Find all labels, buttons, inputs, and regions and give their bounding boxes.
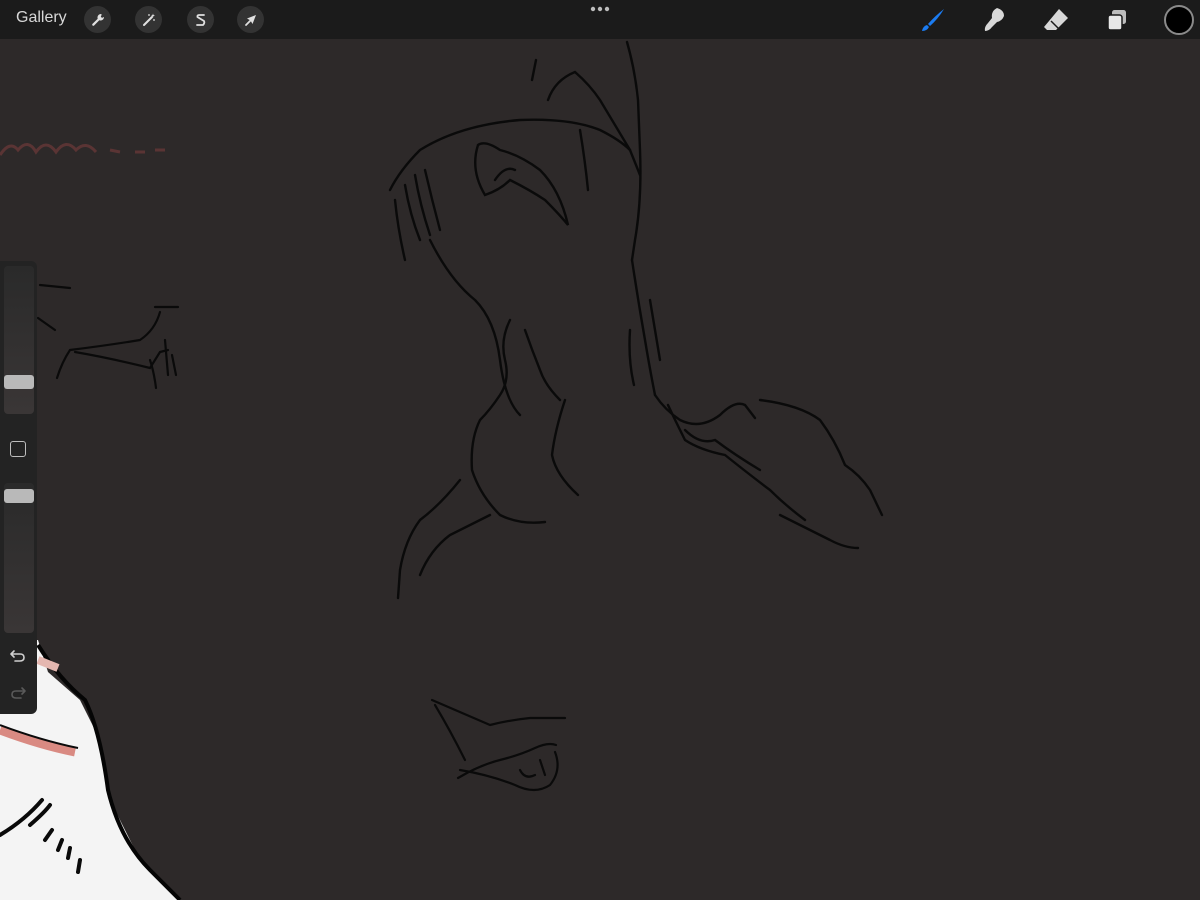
- undo-button[interactable]: [8, 646, 28, 666]
- brush-size-slider[interactable]: [4, 266, 34, 414]
- arrow-cursor-icon: [244, 14, 256, 26]
- gallery-button[interactable]: Gallery: [16, 9, 67, 27]
- adjustments-button[interactable]: [135, 6, 162, 33]
- ellipsis-icon[interactable]: [586, 2, 614, 16]
- color-picker-button[interactable]: [1164, 5, 1194, 35]
- opacity-thumb[interactable]: [4, 489, 34, 503]
- eraser-icon: [1044, 9, 1068, 30]
- selection-s-icon: [195, 13, 205, 26]
- top-toolbar: Gallery: [0, 0, 1200, 39]
- brush-icon: [922, 9, 944, 31]
- actions-button[interactable]: [84, 6, 111, 33]
- redo-icon: [11, 687, 26, 699]
- modify-button[interactable]: [10, 441, 26, 457]
- opacity-slider[interactable]: [4, 483, 34, 633]
- smudge-icon: [984, 8, 1004, 31]
- redo-button[interactable]: [8, 683, 28, 703]
- layers-button[interactable]: [1102, 5, 1132, 35]
- brush-size-thumb[interactable]: [4, 375, 34, 389]
- layers-icon: [1107, 10, 1126, 31]
- brush-tool-button[interactable]: [918, 5, 948, 35]
- magic-wand-icon: [142, 13, 155, 26]
- transform-button[interactable]: [237, 6, 264, 33]
- canvas-sketch: [0, 40, 884, 900]
- eraser-tool-button[interactable]: [1041, 5, 1071, 35]
- undo-icon: [10, 650, 25, 662]
- drawing-canvas[interactable]: [0, 0, 1200, 900]
- selection-button[interactable]: [187, 6, 214, 33]
- left-sidebar: [0, 261, 37, 714]
- smudge-tool-button[interactable]: [979, 5, 1009, 35]
- wrench-icon: [91, 13, 104, 26]
